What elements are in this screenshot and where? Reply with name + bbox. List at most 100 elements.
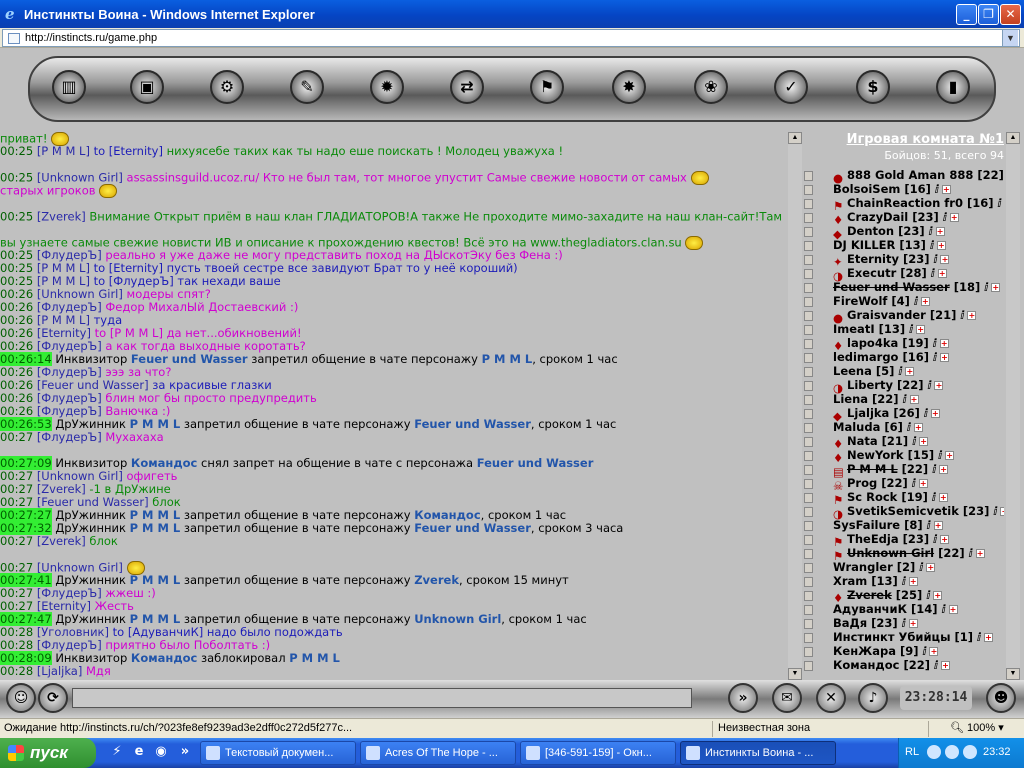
- add-friend-icon[interactable]: +: [991, 283, 1001, 292]
- player-row[interactable]: DJ KILLER [13] ⅈ +: [804, 238, 946, 252]
- private-icon[interactable]: ⅈ: [998, 196, 1002, 210]
- player-row[interactable]: ◑ Liberty [22] ⅈ +: [804, 378, 944, 395]
- player-row[interactable]: ⚑ Sc Rock [19] ⅈ +: [804, 490, 948, 507]
- player-info-icon[interactable]: [804, 338, 813, 349]
- player-info-icon[interactable]: [804, 520, 813, 531]
- player-row[interactable]: ♦ Zverek [25] ⅈ +: [804, 588, 943, 605]
- add-friend-icon[interactable]: +: [908, 577, 918, 586]
- add-friend-icon[interactable]: +: [983, 633, 993, 642]
- add-friend-icon[interactable]: +: [929, 647, 939, 656]
- private-icon[interactable]: ⅈ: [938, 448, 942, 462]
- player-row[interactable]: Командос [22] ⅈ +: [804, 658, 950, 672]
- add-friend-icon[interactable]: +: [926, 563, 936, 572]
- private-icon[interactable]: ⅈ: [993, 504, 997, 518]
- player-name[interactable]: Eternity: [847, 252, 899, 266]
- player-info-icon[interactable]: [804, 464, 813, 475]
- player-row[interactable]: ●888 Gold Aman 888 [22] ⅈ+: [804, 168, 1004, 185]
- arrows-icon[interactable]: ⇄: [450, 70, 484, 104]
- private-icon[interactable]: ⅈ: [942, 602, 946, 616]
- player-info-icon[interactable]: [804, 366, 813, 377]
- private-icon[interactable]: ⅈ: [934, 252, 938, 266]
- chat-nick[interactable]: [ФлудерЪ]: [37, 638, 102, 652]
- flower-icon[interactable]: ❀: [694, 70, 728, 104]
- player-info-icon[interactable]: [804, 380, 813, 391]
- player-link[interactable]: Feuer und Wasser: [131, 352, 248, 366]
- x-circle-icon[interactable]: ✕: [816, 683, 846, 713]
- player-row[interactable]: Leena [5] ⅈ +: [804, 364, 915, 378]
- player-info-icon[interactable]: [804, 534, 813, 545]
- private-icon[interactable]: ⅈ: [902, 574, 906, 588]
- add-friend-icon[interactable]: +: [933, 521, 943, 530]
- refresh-icon[interactable]: ⟳: [38, 683, 68, 713]
- player-info-icon[interactable]: [804, 604, 813, 615]
- player-name[interactable]: Инстинкт Убийцы: [833, 630, 950, 644]
- private-icon[interactable]: ⅈ: [919, 560, 923, 574]
- scroll-up-icon[interactable]: ▲: [1006, 132, 1020, 144]
- add-friend-icon[interactable]: +: [909, 395, 919, 404]
- player-info-icon[interactable]: [804, 450, 813, 461]
- chat-nick[interactable]: [ФлудерЪ]: [37, 391, 102, 405]
- player-row[interactable]: ● Graisvander [21] ⅈ +: [804, 308, 977, 325]
- player-link[interactable]: Feuer und Wasser: [414, 521, 531, 535]
- player-name[interactable]: DJ KILLER: [833, 238, 895, 252]
- add-friend-icon[interactable]: +: [938, 493, 948, 502]
- close-button[interactable]: ✕: [1000, 4, 1021, 25]
- player-name[interactable]: SysFailure: [833, 518, 900, 532]
- chat-recipient[interactable]: to [Eternity]: [90, 144, 167, 158]
- ie-quicklaunch-icon[interactable]: e: [130, 744, 148, 762]
- start-button[interactable]: пуск: [0, 738, 96, 768]
- chat-nick[interactable]: [Ljaljka]: [37, 664, 83, 678]
- player-info-icon[interactable]: [804, 436, 813, 447]
- private-icon[interactable]: ⅈ: [912, 476, 916, 490]
- player-info-icon[interactable]: [804, 268, 813, 279]
- chat-nick[interactable]: [P M M L]: [37, 144, 90, 158]
- player-row[interactable]: ImeatI [13] ⅈ +: [804, 322, 926, 336]
- sword-icon[interactable]: ✎: [290, 70, 324, 104]
- add-friend-icon[interactable]: +: [930, 409, 940, 418]
- player-row[interactable]: КенЖара [9] ⅈ +: [804, 644, 939, 658]
- player-row[interactable]: ✦ Eternity [23] ⅈ +: [804, 252, 950, 269]
- private-icon[interactable]: ⅈ: [923, 644, 927, 658]
- chat-nick[interactable]: [Уголовник]: [37, 625, 109, 639]
- player-row[interactable]: Feuer und Wasser [18] ⅈ +: [804, 280, 1001, 294]
- address-input[interactable]: http://instincts.ru/game.php ▼: [2, 29, 1020, 47]
- chat-message-input[interactable]: [72, 688, 692, 708]
- player-info-icon[interactable]: [804, 618, 813, 629]
- chat-nick[interactable]: [ФлудерЪ]: [37, 365, 102, 379]
- player-name[interactable]: ImeatI: [833, 322, 875, 336]
- private-icon[interactable]: ⅈ: [933, 532, 937, 546]
- player-link[interactable]: Zverek: [414, 573, 459, 587]
- player-info-icon[interactable]: [804, 282, 813, 293]
- player-row[interactable]: ♦ Nata [21] ⅈ +: [804, 434, 929, 451]
- private-icon[interactable]: ⅈ: [912, 434, 916, 448]
- chat-nick[interactable]: [ФлудерЪ]: [37, 300, 102, 314]
- player-info-icon[interactable]: [804, 576, 813, 587]
- player-info-icon[interactable]: [804, 352, 813, 363]
- private-icon[interactable]: ⅈ: [969, 546, 973, 560]
- add-friend-icon[interactable]: +: [937, 269, 947, 278]
- player-name[interactable]: Zverek: [847, 588, 892, 602]
- tray-icon[interactable]: [945, 745, 959, 759]
- player-info-icon[interactable]: [804, 240, 813, 251]
- player-info-icon[interactable]: [804, 506, 813, 517]
- chat-nick[interactable]: [Eternity]: [37, 326, 91, 340]
- player-name[interactable]: Feuer und Wasser: [833, 280, 950, 294]
- player-info-icon[interactable]: [804, 254, 813, 265]
- player-info-icon[interactable]: [804, 394, 813, 405]
- player-name[interactable]: Prog: [847, 476, 877, 490]
- player-row[interactable]: ◆ Ljaljka [26] ⅈ +: [804, 406, 940, 423]
- chat-nick[interactable]: [Zverek]: [37, 534, 86, 548]
- player-name[interactable]: Liberty: [847, 378, 893, 392]
- taskbar-item-active[interactable]: Инстинкты Воина - ...: [680, 741, 836, 765]
- add-friend-icon[interactable]: +: [939, 353, 949, 362]
- player-info-icon[interactable]: [804, 646, 813, 657]
- chat-nick[interactable]: [ФлудерЪ]: [37, 586, 102, 600]
- add-friend-icon[interactable]: +: [939, 465, 949, 474]
- chat-nick[interactable]: [Zverek]: [37, 210, 86, 224]
- private-icon[interactable]: ⅈ: [926, 588, 930, 602]
- chat-nick[interactable]: [Eternity]: [37, 599, 91, 613]
- title-bar[interactable]: e Инстинкты Воина - Windows Internet Exp…: [0, 0, 1024, 28]
- player-row[interactable]: Wrangler [2] ⅈ +: [804, 560, 936, 574]
- player-name[interactable]: Xram: [833, 574, 867, 588]
- private-icon[interactable]: ⅈ: [931, 266, 935, 280]
